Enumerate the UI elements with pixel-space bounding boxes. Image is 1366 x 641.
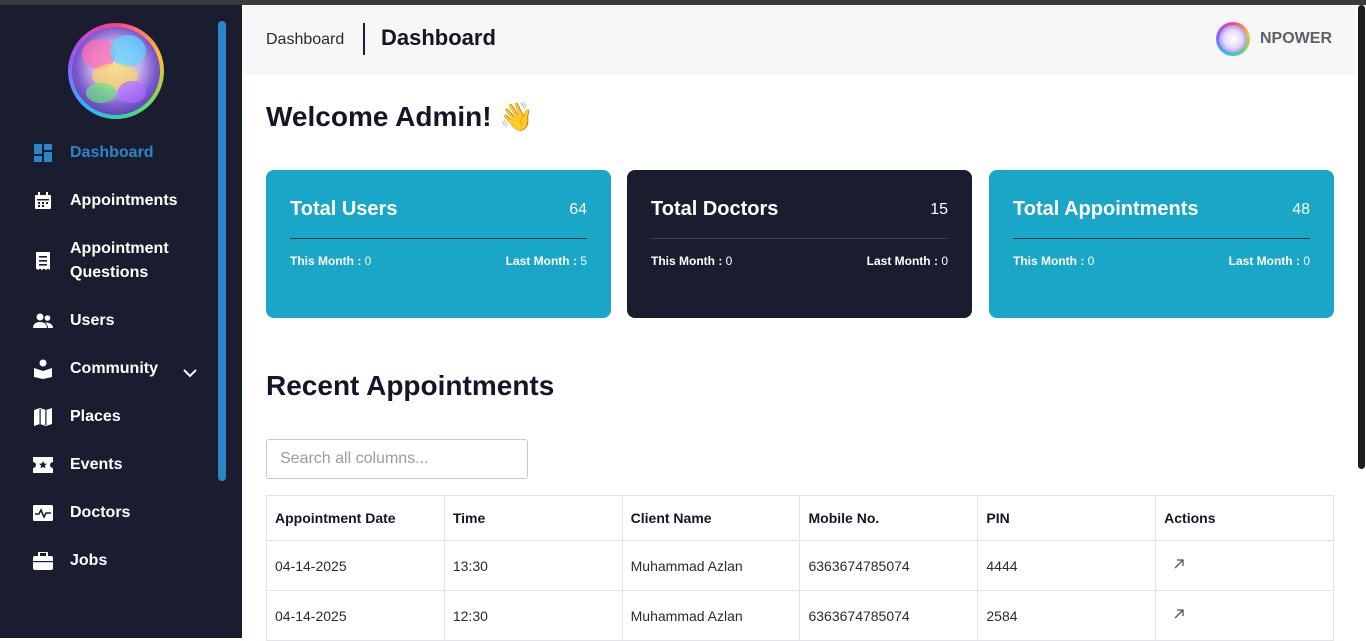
sidebar-item-jobs[interactable]: Jobs [32, 549, 107, 573]
card-last-month: Last Month : 5 [506, 254, 587, 268]
cell-pin: 2584 [977, 590, 1157, 641]
sidebar-item-community[interactable]: Community [32, 357, 158, 381]
this-month-value: 0 [1087, 254, 1095, 268]
community-icon [32, 358, 54, 380]
sidebar-scrollbar[interactable] [218, 21, 226, 481]
open-external-icon[interactable] [1170, 605, 1188, 623]
dashboard-icon [32, 142, 54, 164]
column-header[interactable]: Appointment Date [266, 495, 445, 541]
sidebar-item-label: Appointment [70, 240, 169, 257]
open-external-icon[interactable] [1170, 555, 1188, 573]
this-month-value: 0 [364, 254, 372, 268]
brand-logo[interactable] [68, 23, 164, 119]
calendar-icon [32, 190, 54, 212]
this-month-label: This Month : [651, 254, 723, 268]
cell-mobile: 6363674785074 [799, 540, 979, 591]
chevron-down-icon[interactable] [182, 365, 198, 381]
table-header-row: Appointment Date Time Client Name Mobile… [266, 495, 1334, 541]
sidebar-item-events[interactable]: Events [32, 453, 122, 477]
sidebar-item-label: Jobs [70, 552, 108, 569]
sidebar-item-appointment-questions[interactable]: Appointment Questions [32, 237, 169, 285]
cell-date: 04-14-2025 [266, 540, 445, 591]
card-divider [651, 238, 948, 239]
card-count: 48 [1292, 201, 1310, 218]
card-last-month: Last Month : 0 [867, 254, 948, 268]
card-title: Total Appointments [1013, 198, 1199, 220]
cell-client: Muhammad Azlan [621, 540, 801, 591]
sidebar-item-label: Users [70, 312, 115, 329]
ticket-icon [32, 454, 54, 476]
briefcase-icon [32, 550, 54, 572]
column-header[interactable]: Client Name [621, 495, 801, 541]
card-this-month: This Month : 0 [290, 254, 371, 268]
card-last-month: Last Month : 0 [1229, 254, 1310, 268]
card-this-month: This Month : 0 [651, 254, 732, 268]
card-count: 64 [569, 201, 587, 218]
sidebar: Dashboard Appointments Appointment Quest… [0, 5, 242, 638]
card-count: 15 [930, 201, 948, 218]
cell-pin: 4444 [977, 540, 1157, 591]
card-title: Total Users [290, 198, 398, 220]
cell-time: 13:30 [443, 540, 623, 591]
last-month-label: Last Month : [866, 254, 938, 268]
avatar-image [1219, 25, 1247, 53]
this-month-label: This Month : [290, 254, 362, 268]
last-month-value: 0 [941, 254, 948, 268]
search-input[interactable] [266, 439, 528, 479]
stat-card-users: Total Users 64 This Month : 0 Last Month… [266, 170, 611, 318]
pulse-icon [32, 502, 54, 524]
sidebar-item-appointments[interactable]: Appointments [32, 189, 178, 213]
top-bar: Dashboard Dashboard NPOWER [242, 5, 1356, 75]
card-divider [290, 238, 587, 239]
page-scrollbar[interactable] [1356, 5, 1366, 638]
sidebar-item-places[interactable]: Places [32, 405, 121, 429]
breadcrumb-divider [363, 23, 365, 55]
column-header: Actions [1155, 495, 1334, 541]
recent-appointments-heading: Recent Appointments [266, 370, 555, 401]
sidebar-item-doctors[interactable]: Doctors [32, 501, 130, 525]
table-row: 04-14-2025 12:30 Muhammad Azlan 63636747… [266, 590, 1334, 641]
card-this-month: This Month : 0 [1013, 254, 1094, 268]
last-month-value: 0 [1303, 254, 1310, 268]
cell-mobile: 6363674785074 [799, 590, 979, 641]
sidebar-item-users[interactable]: Users [32, 309, 114, 333]
card-divider [1013, 238, 1310, 239]
sidebar-item-label: Dashboard [70, 144, 154, 161]
this-month-value: 0 [725, 254, 733, 268]
sidebar-item-label: Appointments [70, 192, 178, 209]
column-header[interactable]: Mobile No. [799, 495, 979, 541]
cell-date: 04-14-2025 [266, 590, 445, 641]
this-month-label: This Month : [1013, 254, 1085, 268]
user-name[interactable]: NPOWER [1260, 30, 1332, 48]
card-title: Total Doctors [651, 198, 779, 220]
map-icon [32, 406, 54, 428]
appointments-table: Appointment Date Time Client Name Mobile… [266, 495, 1334, 641]
welcome-heading: Welcome Admin! 👋 [266, 101, 535, 132]
users-icon [32, 310, 54, 332]
stat-card-appointments: Total Appointments 48 This Month : 0 Las… [989, 170, 1334, 318]
sidebar-item-label-line2: Questions [70, 264, 149, 281]
column-header[interactable]: Time [443, 495, 623, 541]
logo-tree-image [72, 27, 160, 115]
cell-time: 12:30 [443, 590, 623, 641]
stat-card-doctors: Total Doctors 15 This Month : 0 Last Mon… [627, 170, 972, 318]
avatar[interactable] [1216, 22, 1250, 56]
sidebar-item-dashboard[interactable]: Dashboard [32, 141, 154, 165]
questions-icon [32, 250, 54, 272]
page-title: Dashboard [381, 25, 496, 50]
cell-client: Muhammad Azlan [621, 590, 801, 641]
last-month-label: Last Month : [1228, 254, 1300, 268]
table-row: 04-14-2025 13:30 Muhammad Azlan 63636747… [266, 540, 1334, 591]
last-month-value: 5 [580, 254, 587, 268]
column-header[interactable]: PIN [977, 495, 1157, 541]
cell-actions [1155, 590, 1334, 641]
sidebar-item-label: Events [70, 456, 123, 473]
sidebar-item-label: Community [70, 360, 158, 377]
page-scrollbar-thumb[interactable] [1358, 5, 1365, 469]
cell-actions [1155, 540, 1334, 591]
last-month-label: Last Month : [505, 254, 577, 268]
breadcrumb[interactable]: Dashboard [266, 31, 344, 49]
sidebar-item-label: Doctors [70, 504, 131, 521]
sidebar-item-label: Places [70, 408, 121, 425]
